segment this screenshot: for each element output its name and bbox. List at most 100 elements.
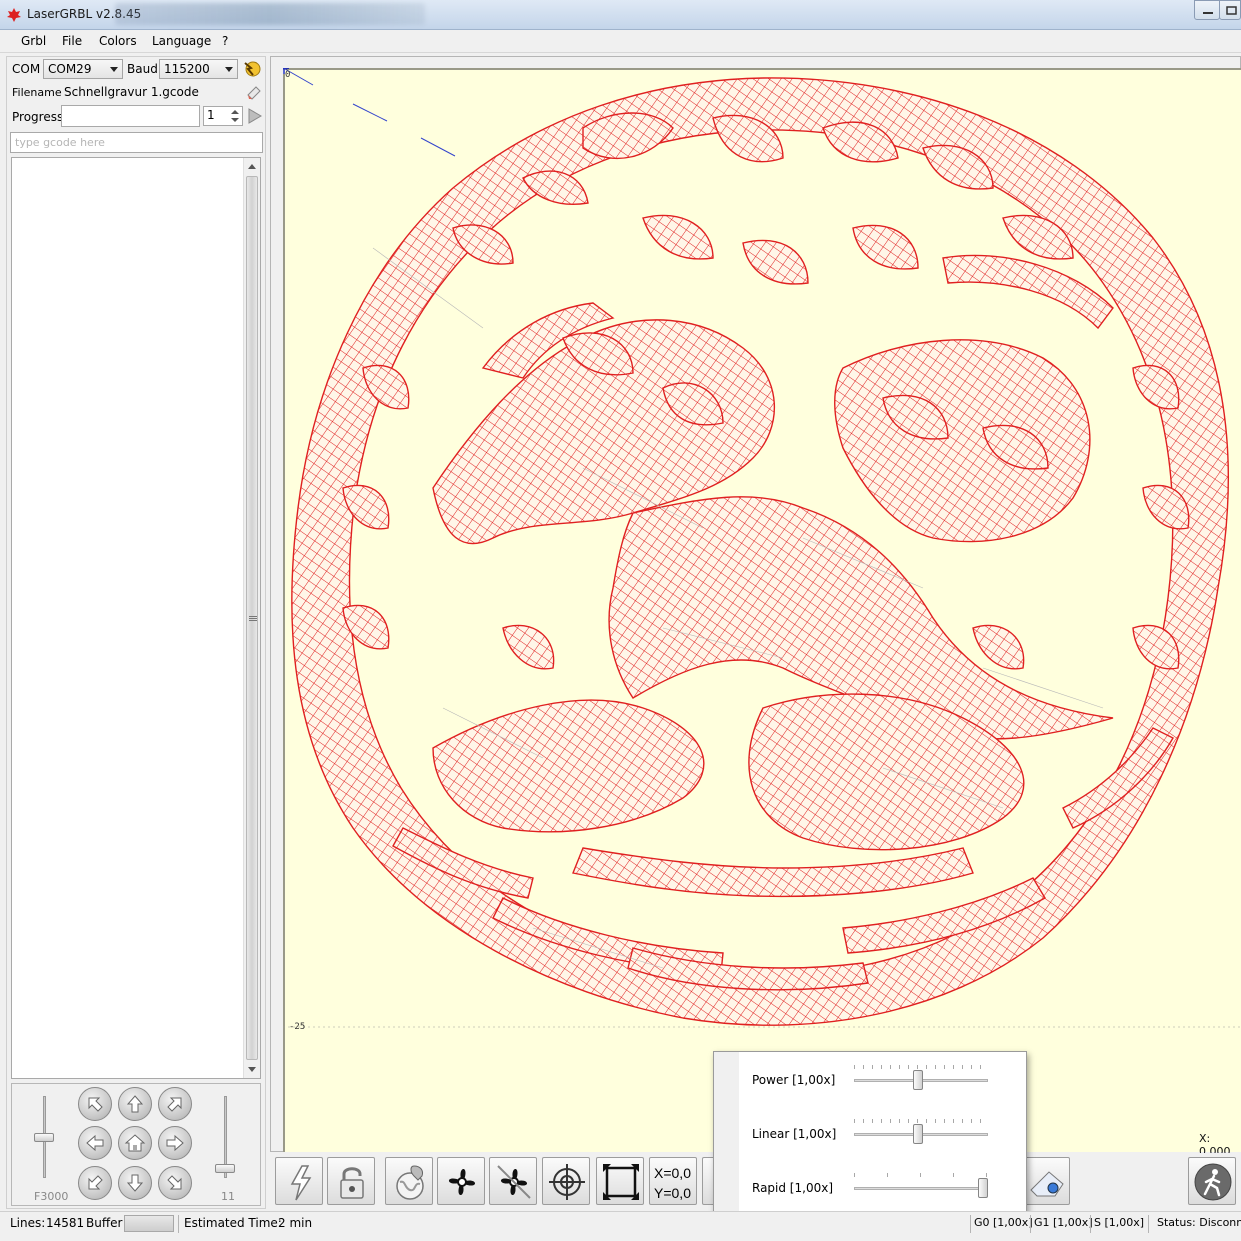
run-icon[interactable] <box>247 107 263 125</box>
menu-bar: Grbl File Colors Language ? <box>0 31 1241 53</box>
console-scrollbar[interactable] <box>243 158 260 1078</box>
scroll-up-icon[interactable] <box>248 164 256 169</box>
linear-slider-thumb[interactable] <box>913 1124 923 1144</box>
feed-slider-thumb[interactable] <box>34 1133 54 1142</box>
jog-left-button[interactable] <box>78 1126 112 1160</box>
estimated-time-value: 2 min <box>278 1216 313 1230</box>
origin-label: 0 <box>285 70 291 80</box>
center-button[interactable] <box>542 1157 590 1205</box>
frame-button[interactable] <box>596 1157 644 1205</box>
jog-up-right-button[interactable] <box>158 1087 192 1121</box>
scrollbar-thumb[interactable] <box>246 176 258 1060</box>
passes-stepper[interactable]: 1 <box>203 106 243 126</box>
jog-right-button[interactable] <box>158 1126 192 1160</box>
menu-colors[interactable]: Colors <box>99 34 137 48</box>
step-slider[interactable] <box>215 1096 235 1178</box>
title-bar: LaserGRBL v2.8.45 <box>0 0 1241 30</box>
status-value: Disconnected <box>1199 1216 1241 1229</box>
menu-help[interactable]: ? <box>222 34 228 48</box>
menu-language[interactable]: Language <box>152 34 211 48</box>
baud-label: Baud <box>127 62 158 76</box>
arrow-up-left-icon <box>88 1097 103 1112</box>
scroll-down-icon[interactable] <box>248 1067 256 1072</box>
minimize-icon <box>1203 12 1213 14</box>
minimize-button[interactable] <box>1194 0 1220 20</box>
grip-icon <box>249 616 257 621</box>
y-axis-label: -25 <box>289 1022 306 1032</box>
rapid-slider-thumb[interactable] <box>978 1178 988 1198</box>
eraser-icon[interactable] <box>245 83 263 101</box>
filename-label: Filename <box>12 86 62 99</box>
menu-file[interactable]: File <box>62 34 82 48</box>
engraving-artwork <box>291 77 1229 1026</box>
passes-value: 1 <box>207 108 215 122</box>
status-label: Status: <box>1157 1216 1196 1229</box>
baud-select[interactable]: 115200 <box>159 59 238 79</box>
gcode-input[interactable]: type gcode here <box>10 132 263 153</box>
jog-panel: F3000 11 <box>11 1083 261 1206</box>
linear-override-label: Linear [1,00x] <box>752 1127 837 1141</box>
linear-override-slider[interactable] <box>854 1119 988 1146</box>
custom-button[interactable] <box>1022 1157 1070 1205</box>
connect-icon[interactable] <box>241 59 263 79</box>
status-separator <box>178 1215 179 1233</box>
buffer-label: Buffer <box>86 1216 123 1230</box>
fan-icon <box>448 1168 476 1196</box>
rapid-override-slider[interactable] <box>854 1173 988 1200</box>
world-button[interactable] <box>385 1157 433 1205</box>
arrow-up-icon <box>126 1095 144 1113</box>
chevron-down-icon <box>225 67 233 72</box>
feed-value: F3000 <box>34 1190 69 1203</box>
power-override-label: Power [1,00x] <box>752 1073 836 1087</box>
com-port-value: COM29 <box>48 62 92 76</box>
zero-y-label: Y=0,0 <box>654 1185 691 1201</box>
set-zero-button[interactable]: X=0,0 Y=0,0 <box>649 1157 697 1205</box>
power-slider-thumb[interactable] <box>913 1070 923 1090</box>
com-port-select[interactable]: COM29 <box>43 59 123 79</box>
jog-mode-button[interactable] <box>1188 1157 1236 1205</box>
estimated-time-label: Estimated Time: <box>184 1216 282 1230</box>
arrow-down-left-icon <box>88 1175 103 1190</box>
stepper-arrows-icon <box>231 110 239 122</box>
jog-up-left-button[interactable] <box>78 1087 112 1121</box>
preview-canvas[interactable]: 0 -25 <box>283 68 1241 1152</box>
lines-value: 14581 <box>46 1216 85 1230</box>
jog-home-button[interactable] <box>118 1126 152 1160</box>
arrow-right-icon <box>166 1134 184 1152</box>
status-separator <box>1148 1215 1149 1233</box>
com-label: COM <box>12 62 41 76</box>
jog-down-button[interactable] <box>118 1166 152 1200</box>
slider-ticks <box>854 1065 988 1069</box>
fan-on-button[interactable] <box>437 1157 485 1205</box>
maximize-button[interactable] <box>1219 0 1241 20</box>
arrow-up-right-icon <box>167 1097 182 1112</box>
s-override[interactable]: S [1,00x] <box>1094 1216 1144 1229</box>
power-override-slider[interactable] <box>854 1065 988 1092</box>
g0-override[interactable]: G0 [1,00x] <box>974 1216 1033 1229</box>
menu-grbl[interactable]: Grbl <box>21 34 46 48</box>
arrow-left-icon <box>86 1134 104 1152</box>
unlock-button[interactable] <box>327 1157 375 1205</box>
laser-button[interactable] <box>275 1157 323 1205</box>
jog-down-right-button[interactable] <box>158 1166 192 1200</box>
status-bar: Lines: 14581 Buffer Estimated Time: 2 mi… <box>0 1211 1241 1241</box>
baud-value: 115200 <box>164 62 210 76</box>
arrow-down-right-icon <box>167 1175 182 1190</box>
rapid-slider-track <box>854 1187 988 1190</box>
walk-icon <box>1194 1163 1232 1201</box>
jog-up-button[interactable] <box>118 1087 152 1121</box>
g1-override[interactable]: G1 [1,00x] <box>1034 1216 1093 1229</box>
console-output[interactable] <box>11 157 261 1079</box>
feed-slider[interactable] <box>34 1096 54 1178</box>
chevron-down-icon <box>110 67 118 72</box>
arrow-down-icon <box>126 1174 144 1192</box>
frame-icon <box>603 1164 639 1200</box>
step-value: 11 <box>221 1190 235 1203</box>
progress-bar <box>61 105 200 127</box>
fan-off-button[interactable] <box>489 1157 537 1205</box>
jog-down-left-button[interactable] <box>78 1166 112 1200</box>
step-slider-thumb[interactable] <box>215 1164 235 1173</box>
zero-x-label: X=0,0 <box>654 1165 691 1181</box>
globe-icon <box>396 1165 424 1200</box>
status-separator <box>1090 1215 1091 1233</box>
